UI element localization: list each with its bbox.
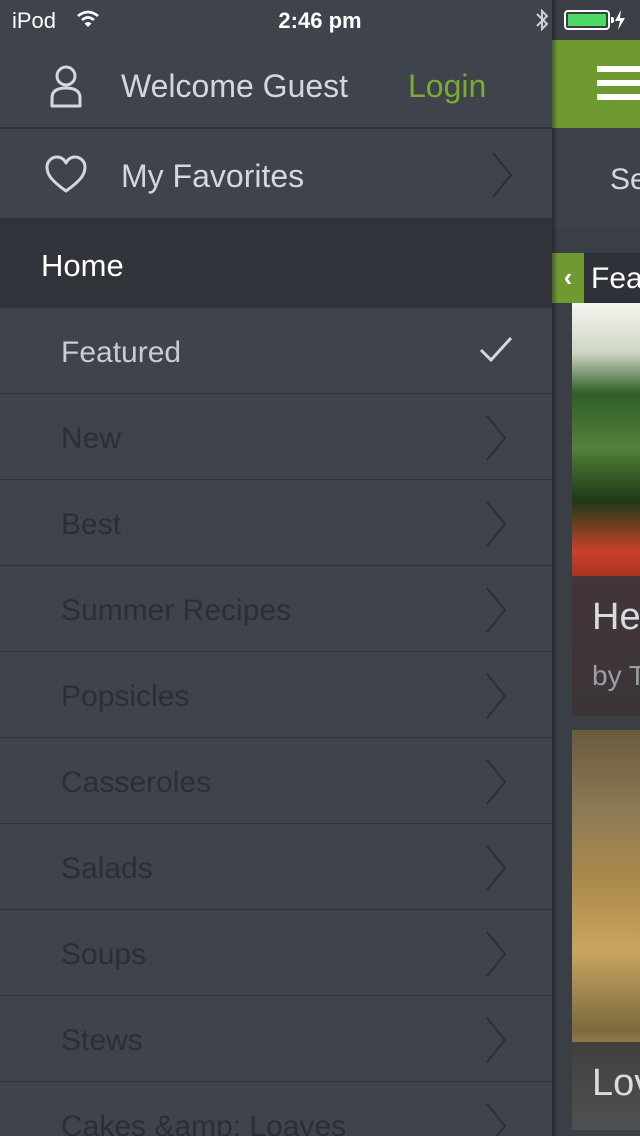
search-text: Se — [610, 163, 640, 196]
featured-bar: ‹ Fea — [552, 253, 640, 303]
heart-icon — [44, 155, 88, 200]
menu-item-label: Summer Recipes — [61, 594, 292, 627]
menu-item-soups[interactable]: Soups — [0, 910, 552, 996]
charging-icon — [614, 10, 626, 35]
menu-item-casseroles[interactable]: Casseroles — [0, 738, 552, 824]
menu-item-best[interactable]: Best — [0, 480, 552, 566]
recipe-card[interactable]: He by T — [572, 303, 640, 716]
my-favorites-item[interactable]: My Favorites — [0, 131, 552, 218]
user-icon — [48, 64, 84, 113]
chevron-right-icon — [484, 414, 508, 467]
menu-item-cakes-loaves[interactable]: Cakes &amp; Loaves — [0, 1082, 552, 1136]
bluetooth-icon — [534, 8, 550, 37]
menu-item-popsicles[interactable]: Popsicles — [0, 652, 552, 738]
featured-bar-label: Fea — [591, 262, 640, 295]
menu-item-label: Featured — [61, 336, 182, 369]
card-byline: by T — [592, 660, 640, 691]
chevron-right-icon — [484, 500, 508, 553]
welcome-text: Welcome Guest — [121, 68, 349, 104]
chevron-right-icon — [484, 844, 508, 897]
menu-item-label: Stews — [61, 1024, 143, 1057]
menu-item-summer-recipes[interactable]: Summer Recipes — [0, 566, 552, 652]
hamburger-icon[interactable] — [597, 66, 640, 108]
menu-item-label: Best — [61, 508, 122, 541]
nav-bar — [552, 40, 640, 128]
card-caption: He by T — [572, 576, 640, 716]
main-content: Se ‹ Fea He by T Lov — [552, 0, 640, 1136]
menu-item-label: Cakes &amp; Loaves — [61, 1110, 347, 1136]
menu-item-stews[interactable]: Stews — [0, 996, 552, 1082]
search-bar[interactable]: Se — [552, 128, 640, 228]
menu-item-salads[interactable]: Salads — [0, 824, 552, 910]
chevron-right-icon — [484, 672, 508, 725]
drawer-header: Welcome Guest Login — [0, 40, 552, 129]
card-title: He — [592, 596, 640, 638]
menu-item-label: New — [61, 422, 122, 455]
battery-icon — [564, 10, 614, 30]
menu-item-new[interactable]: New — [0, 394, 552, 480]
menu-item-label: Popsicles — [61, 680, 190, 713]
chevron-right-icon — [484, 758, 508, 811]
card-title: Lov — [592, 1062, 640, 1104]
category-menu: Featured New Best Summer Recipes Popsicl… — [0, 308, 552, 1136]
chevron-right-icon — [484, 1102, 508, 1136]
chevron-right-icon — [490, 151, 514, 204]
chevron-right-icon — [484, 930, 508, 983]
card-caption: Lov — [572, 1042, 640, 1130]
menu-item-label: Soups — [61, 938, 147, 971]
menu-item-label: Salads — [61, 852, 153, 885]
my-favorites-label: My Favorites — [121, 158, 305, 194]
recipe-card[interactable]: Lov — [572, 730, 640, 1130]
chevron-right-icon — [484, 586, 508, 639]
home-section-header: Home — [0, 218, 552, 308]
chevron-right-icon — [484, 1016, 508, 1069]
menu-item-featured[interactable]: Featured — [0, 308, 552, 394]
status-bar: iPod 2:46 pm — [0, 0, 640, 40]
side-drawer: Welcome Guest Login My Favorites Home Fe… — [0, 0, 552, 1136]
drawer-shadow — [552, 0, 558, 1136]
home-section-title: Home — [41, 248, 124, 283]
checkmark-icon — [478, 334, 514, 369]
login-link[interactable]: Login — [408, 68, 486, 105]
menu-item-label: Casseroles — [61, 766, 212, 799]
